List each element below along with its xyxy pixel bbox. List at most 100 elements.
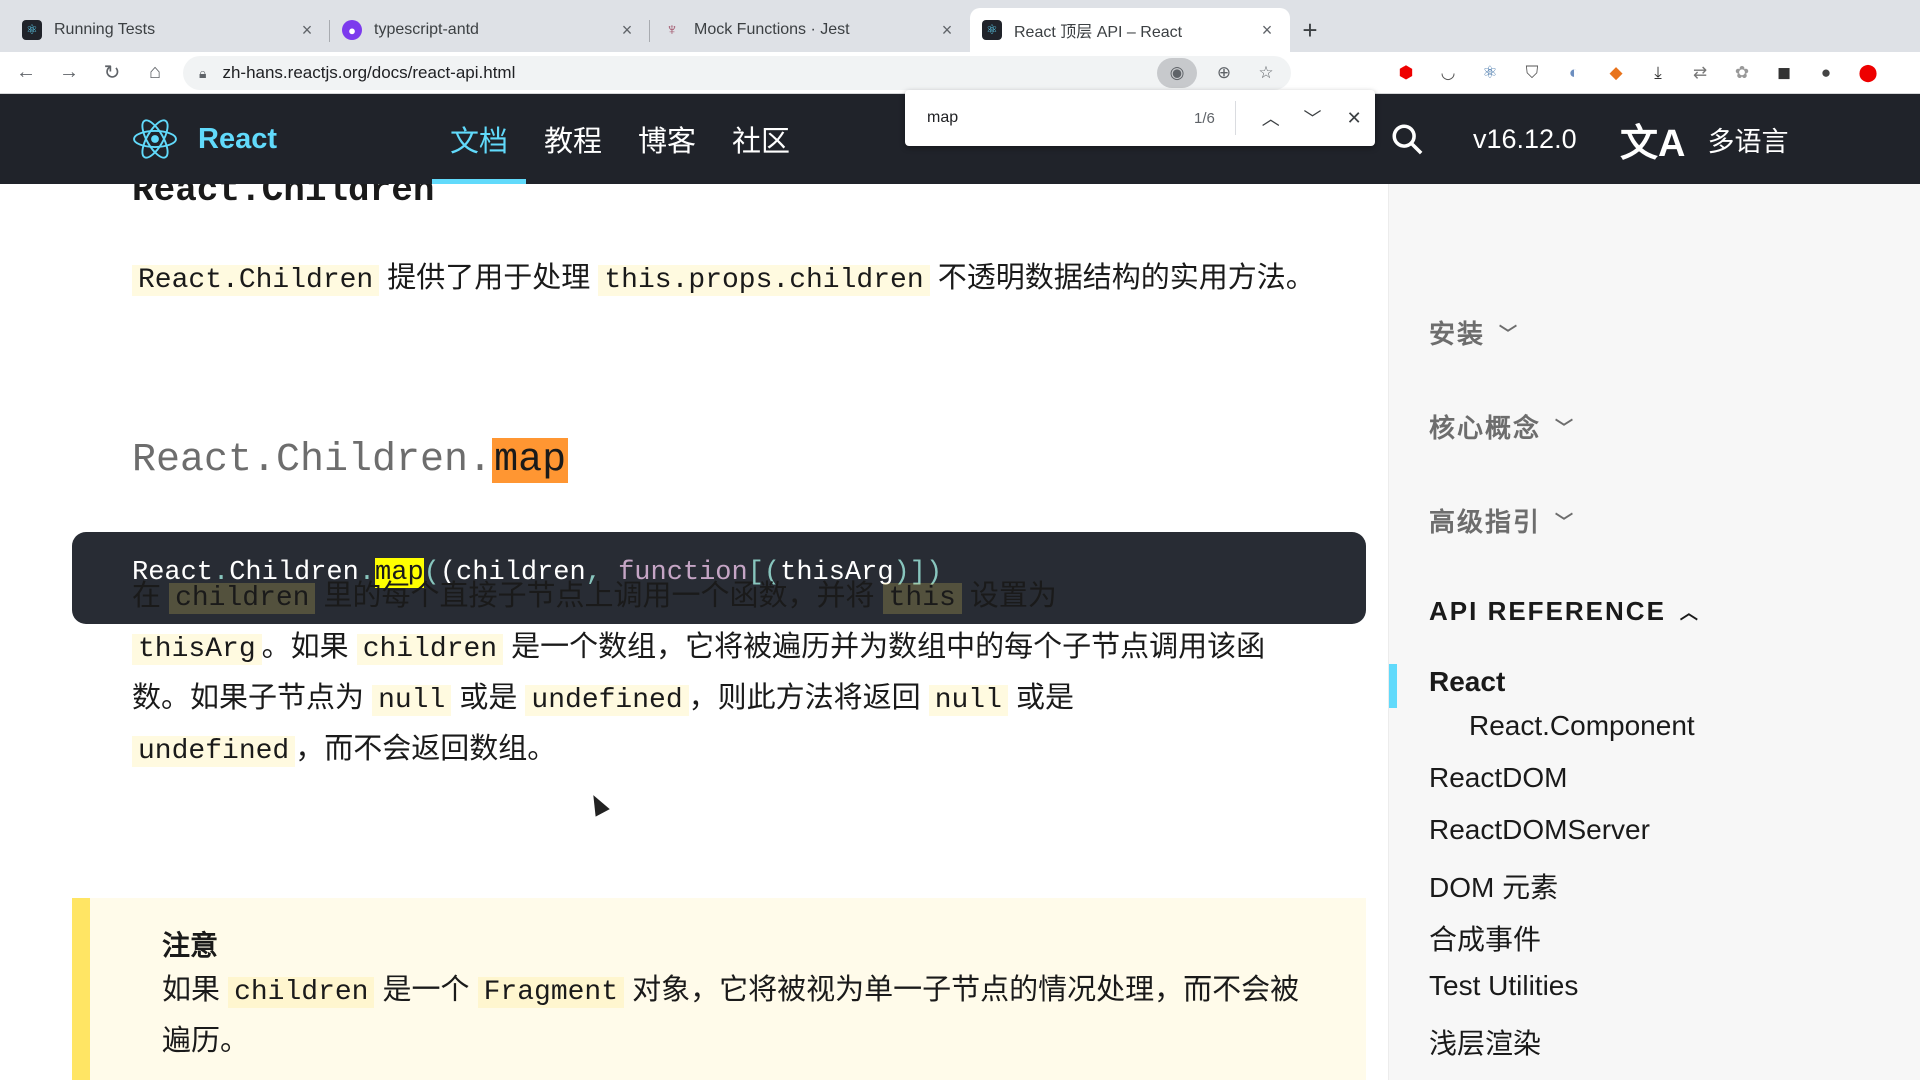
extension-panda-icon[interactable]: ✿ (1728, 56, 1756, 90)
text: 。如果 (261, 631, 357, 663)
update-icon[interactable]: ⬤ (1854, 56, 1882, 90)
inline-code: children (169, 583, 316, 614)
docs-sidebar: 安装 ﹀ 核心概念 ﹀ 高级指引 ﹀ API REFERENCE ︿ React Rea… (1388, 184, 1920, 1080)
react-logo-icon: ⚛ (982, 20, 1002, 40)
extension-blue-icon[interactable]: ◐ (1560, 56, 1588, 90)
tab-title: typescript-antd (374, 21, 479, 38)
lens-icon[interactable]: ◉ (1157, 58, 1197, 88)
text: 是一个 (374, 974, 478, 1006)
note-title: 注意 (162, 930, 219, 961)
extension-link-icon[interactable]: ⇄ (1686, 56, 1714, 90)
tab-title: React 顶层 API – React (1014, 24, 1183, 41)
section-label: 核心概念 (1429, 413, 1542, 443)
extension-metamask-icon[interactable]: ◆ (1602, 56, 1630, 90)
site-logo[interactable]: React (132, 118, 277, 160)
text: 提供了用于处理 (379, 262, 599, 294)
bookmark-star-icon[interactable]: ☆ (1251, 58, 1281, 88)
version-link[interactable]: v16.12.0 (1473, 94, 1577, 184)
language-selector[interactable]: 文A 多语言 (1620, 94, 1788, 184)
zoom-icon[interactable]: ⊕ (1209, 58, 1239, 88)
extension-download-icon[interactable]: ⤓ (1644, 56, 1672, 90)
new-tab-button[interactable]: + (1290, 8, 1330, 52)
inline-code: undefined (132, 736, 296, 767)
sidebar-section-advanced-guides[interactable]: 高级指引 ﹀ (1429, 502, 1575, 539)
close-tab-icon[interactable]: × (936, 19, 958, 41)
extensions-area: ⬢ ◡ ⚛ ⛉ ◐ ◆ ⤓ ⇄ ✿ ◼ ● ⬤ (1392, 56, 1882, 90)
close-tab-icon[interactable]: × (1256, 19, 1278, 41)
sidebar-item-dom-elements[interactable]: DOM 元素 (1429, 866, 1558, 906)
sidebar-item-react-component[interactable]: React.Component (1469, 710, 1695, 742)
chevron-down-icon: ﹀ (1555, 511, 1576, 532)
sidebar-item-synthetic-events[interactable]: 合成事件 (1429, 918, 1541, 958)
section-heading: React.Children (132, 184, 435, 211)
main-nav: 文档 教程 博客 社区 (432, 94, 808, 184)
sidebar-section-install[interactable]: 安装 ﹀ (1429, 314, 1519, 351)
inline-code: thisArg (132, 634, 262, 665)
section-label: 安装 (1429, 319, 1486, 349)
text: ，而不会返回数组。 (295, 733, 557, 765)
find-match-count: 1/6 (1194, 109, 1215, 127)
back-arrow-icon[interactable]: ← (9, 56, 43, 90)
text: 设置为 (961, 580, 1057, 612)
purple-circle-icon: ● (342, 20, 362, 40)
nav-community[interactable]: 社区 (714, 94, 808, 184)
note-callout: 注意 如果 children 是一个 Fragment 对象，它将被视为单一子节… (72, 898, 1366, 1080)
chevron-up-icon[interactable]: ︿ (1250, 97, 1292, 139)
text: ，则此方法将返回 (688, 682, 929, 714)
active-item-indicator (1389, 664, 1397, 708)
home-icon[interactable]: ⌂ (138, 56, 172, 90)
extension-glasses-icon[interactable]: ◼ (1770, 56, 1798, 90)
sidebar-item-test-utilities[interactable]: Test Utilities (1429, 970, 1578, 1002)
text: 或是 (1007, 682, 1074, 714)
sidebar-item-reactdom[interactable]: ReactDOM (1429, 762, 1567, 794)
nav-tutorial[interactable]: 教程 (526, 94, 620, 184)
browser-tab-jest[interactable]: ♆ Mock Functions · Jest × (650, 8, 970, 52)
mouse-cursor-icon (586, 791, 610, 817)
description-paragraph: 在 children 里的每个直接子节点上调用一个函数，并将 this 设置为 t… (132, 572, 1322, 776)
chevron-down-icon[interactable]: ﹀ (1292, 97, 1334, 139)
nav-docs[interactable]: 文档 (432, 94, 527, 184)
reload-icon[interactable]: ↻ (95, 56, 129, 90)
search-icon[interactable] (1390, 94, 1424, 184)
close-tab-icon[interactable]: × (616, 19, 638, 41)
extension-red-icon[interactable]: ⬢ (1392, 56, 1420, 90)
find-input[interactable]: map (927, 109, 1155, 127)
text: 不透明数据结构的实用方法。 (929, 262, 1315, 294)
subheading-children-map[interactable]: React.Children.map (132, 438, 569, 483)
text: 里的每个直接子节点上调用一个函数，并将 (315, 580, 883, 612)
close-tab-icon[interactable]: × (296, 19, 318, 41)
address-bar[interactable]: 🔒︎ zh-hans.reactjs.org/docs/react-api.ht… (183, 56, 1291, 90)
sidebar-section-api-reference[interactable]: API REFERENCE ︿ (1429, 596, 1700, 627)
extension-react-devtools-icon[interactable]: ⚛ (1476, 56, 1504, 90)
chevron-down-icon: ﹀ (1499, 323, 1520, 344)
text: 在 (132, 580, 170, 612)
translate-icon: 文A (1620, 122, 1686, 165)
extension-shield-icon[interactable]: ⛉ (1518, 56, 1546, 90)
inline-code: null (372, 685, 452, 716)
subheading-prefix: React.Children. (132, 438, 493, 483)
close-icon[interactable]: ✕ (1333, 97, 1375, 139)
find-highlight-active: map (492, 438, 569, 483)
inline-code: this.props.children (598, 265, 930, 296)
browser-tab-running-tests[interactable]: ⚛ Running Tests × (10, 8, 330, 52)
profile-avatar-icon[interactable]: ● (1812, 56, 1840, 90)
browser-tab-react-api[interactable]: ⚛ React 顶层 API – React × (970, 8, 1290, 52)
browser-tab-typescript-antd[interactable]: ● typescript-antd × (330, 8, 650, 52)
react-logo-icon: ⚛ (22, 20, 42, 40)
forward-arrow-icon[interactable]: → (52, 56, 86, 90)
nav-blog[interactable]: 博客 (620, 94, 714, 184)
sidebar-item-reactdomserver[interactable]: ReactDOMServer (1429, 814, 1650, 846)
inline-code: React.Children (132, 265, 380, 296)
extension-pocket-icon[interactable]: ◡ (1434, 56, 1462, 90)
inline-code: Fragment (477, 977, 625, 1008)
chevron-down-icon: ﹀ (1555, 417, 1576, 438)
sidebar-section-main-concepts[interactable]: 核心概念 ﹀ (1429, 408, 1575, 445)
find-bar: map 1/6 ︿ ﹀ ✕ (905, 90, 1375, 146)
browser-toolbar: ← → ↻ ⌂ 🔒︎ zh-hans.reactjs.org/docs/reac… (0, 52, 1920, 94)
inline-code: this (882, 583, 962, 614)
tab-title: Running Tests (54, 21, 156, 38)
react-logo-icon (133, 119, 177, 159)
sidebar-item-react[interactable]: React (1429, 666, 1505, 698)
sidebar-item-shallow-renderer[interactable]: 浅层渲染 (1429, 1022, 1541, 1062)
lock-icon: 🔒︎ (199, 64, 207, 81)
